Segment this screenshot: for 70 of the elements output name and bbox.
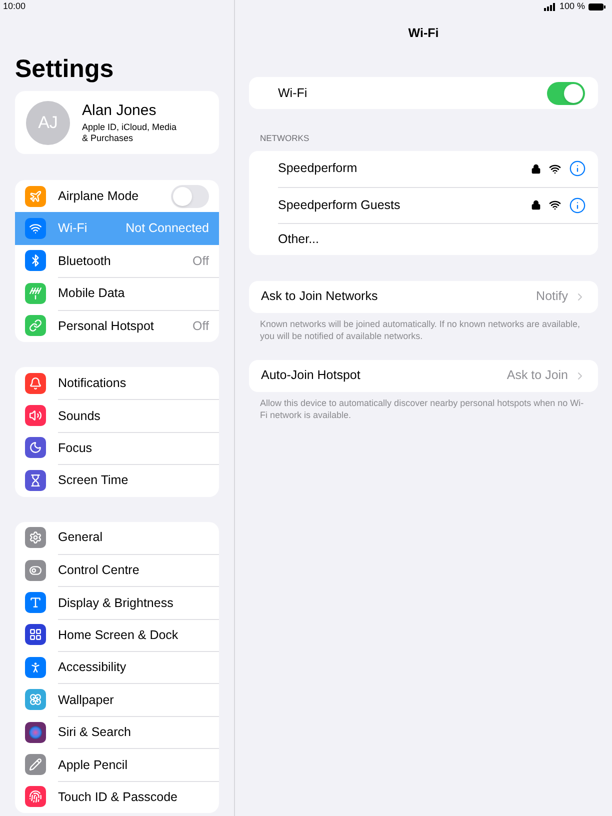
option-value: Ask to Join: [506, 367, 568, 384]
item-label: Display & Brightness: [58, 594, 174, 612]
option-footer: Allow this device to automatically discover nearby personal hotspots when no Wi-Fi network is available.: [249, 396, 598, 421]
option-row[interactable]: Ask to Join Networks Notify: [249, 280, 598, 313]
option-label: Ask to Join Networks: [261, 288, 379, 306]
item-label: General: [58, 529, 104, 546]
avatar: AJ: [26, 100, 70, 144]
item-value: Not Connected: [126, 220, 209, 238]
item-label: Control Centre: [58, 562, 140, 580]
sidebar-item[interactable]: Personal Hotspot Off: [15, 310, 219, 342]
item-value: Off: [192, 252, 209, 270]
network-name: Speedperform: [278, 160, 358, 178]
status-time: 10:00: [3, 0, 26, 14]
sidebar-item[interactable]: Notifications: [15, 366, 219, 400]
toggle-switch[interactable]: [171, 184, 209, 208]
battery-icon: [588, 3, 606, 11]
info-button[interactable]: [569, 196, 586, 214]
sidebar-item[interactable]: Apple Pencil: [15, 748, 219, 781]
network-name: Other...: [278, 230, 320, 248]
network-row[interactable]: Speedperform: [278, 150, 598, 187]
wifi-label: Wi-Fi: [278, 84, 308, 102]
sidebar-item[interactable]: Home Screen & Dock: [15, 618, 219, 652]
page-title: Wi-Fi: [408, 24, 439, 42]
network-row[interactable]: Speedperform Guests: [278, 186, 598, 223]
item-label: Focus: [58, 440, 94, 458]
sidebar-item[interactable]: Screen Time: [15, 464, 219, 497]
item-label: Notifications: [58, 374, 128, 392]
wifi-icon: [549, 162, 561, 175]
sidebar-item[interactable]: Focus: [15, 432, 219, 464]
sidebar-item[interactable]: Bluetooth Off: [15, 244, 219, 278]
item-label: Wi-Fi: [58, 220, 88, 238]
signal-icon: [544, 3, 556, 11]
item-value: Off: [192, 318, 209, 335]
option-footer: Known networks will be joined automatically. If no known networks are available, you will be notified of available networks.: [249, 318, 598, 342]
info-button[interactable]: [569, 160, 586, 178]
option-value: Notify: [536, 288, 568, 306]
profile-subtitle: Apple ID, iCloud, Media & Purchases: [82, 122, 177, 144]
sidebar-item[interactable]: Display & Brightness: [15, 586, 219, 619]
sidebar-item[interactable]: Airplane Mode: [15, 180, 219, 212]
network-name: Speedperform Guests: [278, 196, 402, 214]
option-label: Auto-Join Hotspot: [261, 367, 362, 384]
item-label: Touch ID & Passcode: [58, 788, 179, 806]
sidebar-item[interactable]: Wallpaper: [15, 683, 219, 716]
item-label: Personal Hotspot: [58, 318, 155, 335]
item-label: Accessibility: [58, 659, 128, 676]
section-header: NETWORKS: [260, 132, 310, 145]
profile-card[interactable]: AJ Alan Jones Apple ID, iCloud, Media & Purchases: [15, 91, 219, 154]
item-label: Home Screen & Dock: [58, 627, 180, 644]
sidebar-item[interactable]: Siri & Search: [15, 716, 219, 748]
toggle-switch[interactable]: [547, 82, 585, 104]
sidebar-item[interactable]: Accessibility: [15, 651, 219, 684]
item-label: Mobile Data: [58, 285, 126, 302]
sidebar-item[interactable]: Mobile Data: [15, 277, 219, 310]
network-row[interactable]: Other...: [278, 222, 598, 255]
sidebar-title: Settings: [15, 55, 114, 83]
wifi-icon: [549, 199, 561, 212]
sidebar-item[interactable]: Sounds: [15, 399, 219, 432]
battery-percent: 100 %: [559, 0, 585, 14]
item-label: Wallpaper: [58, 692, 115, 709]
item-label: Bluetooth: [58, 252, 112, 270]
item-label: Screen Time: [58, 472, 130, 490]
option-row[interactable]: Auto-Join Hotspot Ask to Join: [249, 360, 598, 392]
item-label: Airplane Mode: [58, 188, 140, 205]
item-label: Apple Pencil: [58, 756, 128, 774]
item-label: Sounds: [58, 408, 102, 425]
sidebar-item[interactable]: General: [15, 522, 219, 554]
profile-name: Alan Jones: [82, 102, 158, 120]
sidebar-item[interactable]: Touch ID & Passcode: [15, 780, 219, 814]
item-label: Siri & Search: [58, 724, 132, 742]
sidebar-item[interactable]: Control Centre: [15, 554, 219, 586]
